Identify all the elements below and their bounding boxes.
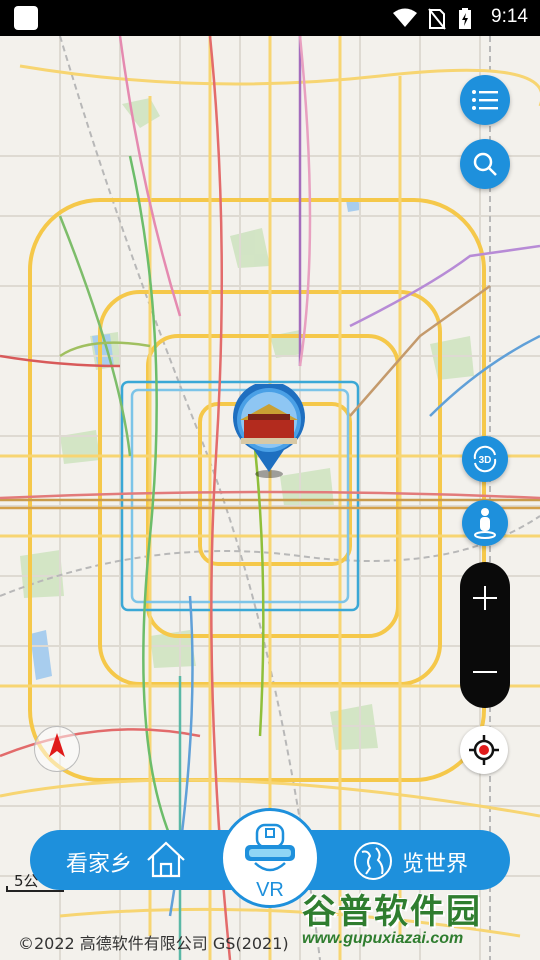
app-icon — [14, 6, 38, 30]
no-sim-icon — [428, 8, 446, 30]
hometown-label[interactable]: 看家乡 — [66, 846, 132, 878]
battery-charging-icon — [459, 8, 471, 29]
zoom-out-button[interactable] — [460, 642, 510, 702]
status-bar: 9:14 — [0, 0, 540, 36]
view-3d-label: 3D — [479, 455, 492, 466]
compass[interactable] — [34, 726, 80, 772]
street-view-button[interactable] — [462, 500, 508, 546]
zoom-control — [460, 562, 510, 708]
person-icon — [474, 508, 496, 539]
search-icon — [473, 152, 497, 176]
rotate-3d-icon: 3D — [473, 445, 497, 473]
watermark-url: www.gupuxiazai.com — [302, 930, 464, 947]
list-button[interactable] — [460, 75, 510, 125]
zoom-in-button[interactable] — [460, 568, 510, 628]
locate-button[interactable] — [460, 726, 508, 774]
crosshair-icon — [469, 735, 499, 765]
north-arrow-icon — [49, 733, 65, 757]
globe-icon[interactable] — [352, 840, 394, 882]
wifi-icon — [393, 8, 417, 27]
watermark-title: 谷普软件园 — [302, 892, 482, 932]
status-time: 9:14 — [491, 6, 528, 27]
plus-icon — [473, 586, 497, 610]
search-button[interactable] — [460, 139, 510, 189]
vr-headset-icon — [245, 823, 295, 872]
view-3d-button[interactable]: 3D — [462, 436, 508, 482]
list-icon — [472, 90, 498, 110]
home-icon[interactable] — [144, 838, 188, 882]
map-copyright: ©2022 高德软件有限公司 GS(2021) — [18, 934, 289, 953]
watermark: 谷普软件园 www.gupuxiazai.com — [302, 884, 538, 947]
world-label[interactable]: 览世界 — [402, 846, 468, 878]
tiananmen-landmark-pin[interactable] — [230, 384, 308, 480]
minus-icon — [473, 671, 497, 673]
